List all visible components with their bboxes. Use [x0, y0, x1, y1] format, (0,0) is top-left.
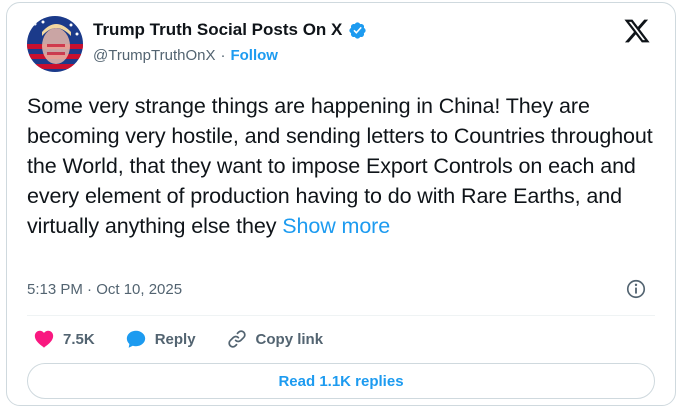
link-icon: [227, 330, 246, 348]
copy-link-button[interactable]: Copy link: [226, 328, 324, 350]
read-replies-button[interactable]: Read 1.1K replies: [27, 363, 655, 399]
author-handle[interactable]: @TrumpTruthOnX: [93, 47, 215, 64]
reply-label: Reply: [154, 330, 196, 348]
avatar[interactable]: [27, 16, 83, 72]
like-count: 7.5K: [63, 330, 95, 348]
author-name-row: Trump Truth Social Posts On X: [93, 20, 367, 40]
action-bar: 7.5K Reply Copy link: [33, 328, 353, 350]
heart-icon: [34, 330, 54, 348]
verified-badge-icon: [349, 21, 366, 39]
post-text: Some very strange things are happening i…: [27, 91, 667, 241]
info-icon[interactable]: [625, 278, 647, 300]
show-more-link[interactable]: Show more: [282, 214, 390, 238]
reply-bubble-icon: [126, 330, 145, 348]
post-timestamp[interactable]: 5:13 PM · Oct 10, 2025: [27, 281, 182, 298]
author-display-name[interactable]: Trump Truth Social Posts On X: [93, 20, 342, 40]
like-button[interactable]: 7.5K: [33, 328, 95, 350]
avatar-image: [27, 16, 83, 72]
divider: [27, 315, 655, 316]
read-replies-label: Read 1.1K replies: [278, 372, 404, 390]
follow-button[interactable]: Follow: [230, 47, 278, 64]
copy-link-label: Copy link: [255, 330, 324, 348]
post-card: Trump Truth Social Posts On X @TrumpTrut…: [6, 2, 676, 406]
handle-separator: ·: [220, 47, 226, 64]
reply-button[interactable]: Reply: [125, 328, 196, 350]
x-logo-icon[interactable]: [623, 17, 651, 45]
author-handle-row: @TrumpTruthOnX · Follow: [93, 47, 278, 64]
